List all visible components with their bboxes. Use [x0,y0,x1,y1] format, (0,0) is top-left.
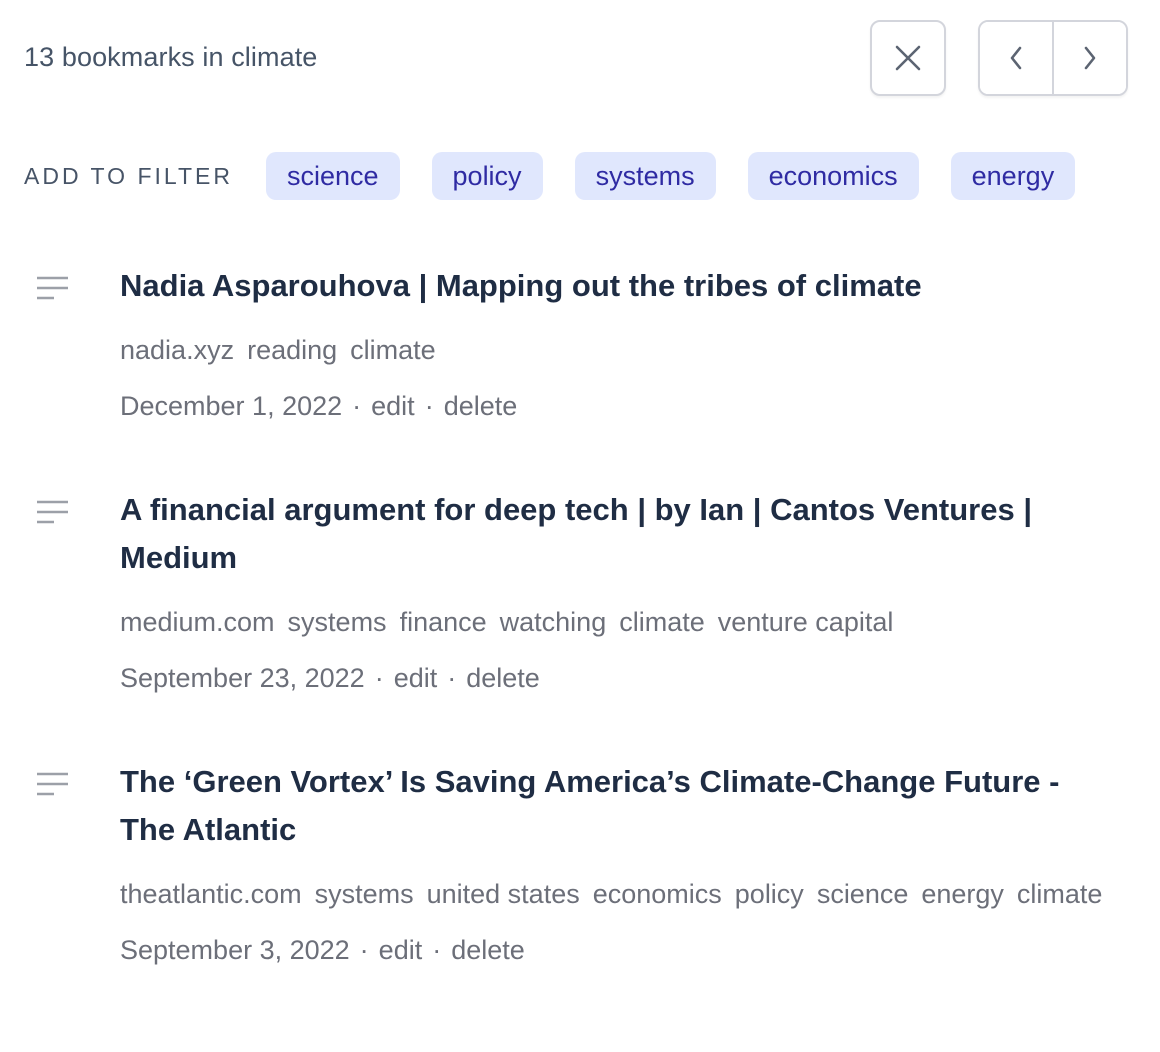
separator: · [374,663,384,693]
delete-link[interactable]: delete [466,663,540,693]
tag[interactable]: systems [288,607,387,637]
bookmark-date: September 3, 2022 [120,935,350,965]
separator: · [359,935,369,965]
tag-domain[interactable]: theatlantic.com [120,879,302,909]
bookmark-title[interactable]: A financial argument for deep tech | by … [120,486,1160,582]
close-icon [895,45,921,71]
bookmark-tags: nadia.xyz reading climate [120,322,1160,378]
tag[interactable]: systems [315,879,414,909]
tag[interactable]: energy [921,879,1004,909]
bookmark-title[interactable]: Nadia Asparouhova | Mapping out the trib… [120,262,1160,310]
tag-domain[interactable]: nadia.xyz [120,335,234,365]
text-lines-icon [37,500,68,524]
bookmark-date: September 23, 2022 [120,663,365,693]
filter-chip-economics[interactable]: economics [747,152,919,200]
chevron-left-icon [1010,46,1022,70]
bookmark-tags: theatlantic.com systems united states econo… [120,866,1160,922]
bookmark-date: December 1, 2022 [120,391,343,421]
edit-link[interactable]: edit [379,935,423,965]
tag[interactable]: venture capital [718,607,894,637]
next-button[interactable] [1052,22,1126,94]
tag[interactable]: reading [247,335,337,365]
chevron-right-icon [1084,46,1096,70]
tag[interactable]: policy [735,879,804,909]
bookmark-meta: September 23, 2022 · edit · delete [120,650,1160,706]
edit-link[interactable]: edit [394,663,438,693]
delete-link[interactable]: delete [451,935,525,965]
tag[interactable]: science [817,879,909,909]
tag[interactable]: economics [593,879,722,909]
bookmark-item: A financial argument for deep tech | by … [0,486,1160,758]
edit-link[interactable]: edit [371,391,415,421]
bookmark-item: The ‘Green Vortex’ Is Saving America’s C… [0,758,1160,978]
separator: · [352,391,362,421]
filter-chip-science[interactable]: science [265,152,400,200]
separator: · [424,391,434,421]
bookmark-meta: September 3, 2022 · edit · delete [120,922,1160,978]
delete-link[interactable]: delete [444,391,518,421]
filter-chip-systems[interactable]: systems [574,152,716,200]
close-button[interactable] [870,20,946,96]
filter-chip-energy[interactable]: energy [950,152,1076,200]
text-lines-icon [37,772,68,796]
text-lines-icon [37,276,68,300]
bookmark-title[interactable]: The ‘Green Vortex’ Is Saving America’s C… [120,758,1160,854]
separator: · [447,663,457,693]
tag[interactable]: finance [400,607,487,637]
pagination [978,20,1128,96]
filter-chip-policy[interactable]: policy [431,152,543,200]
tag[interactable]: climate [350,335,436,365]
tag[interactable]: climate [619,607,705,637]
tag[interactable]: united states [427,879,580,909]
separator: · [432,935,442,965]
bookmark-tags: medium.com systems finance watching climate v… [120,594,1160,650]
tag-domain[interactable]: medium.com [120,607,275,637]
bookmark-meta: December 1, 2022 · edit · delete [120,378,1160,434]
bookmark-count: 13 bookmarks in climate [24,42,318,72]
filter-row: ADD TO FILTER science policy systems eco… [24,152,1107,200]
filter-label: ADD TO FILTER [24,162,233,189]
tag[interactable]: watching [500,607,607,637]
bookmark-list: Nadia Asparouhova | Mapping out the trib… [0,262,1160,978]
previous-button[interactable] [980,22,1052,94]
tag[interactable]: climate [1017,879,1103,909]
header: 13 bookmarks in climate [24,20,1128,96]
bookmark-item: Nadia Asparouhova | Mapping out the trib… [0,262,1160,486]
